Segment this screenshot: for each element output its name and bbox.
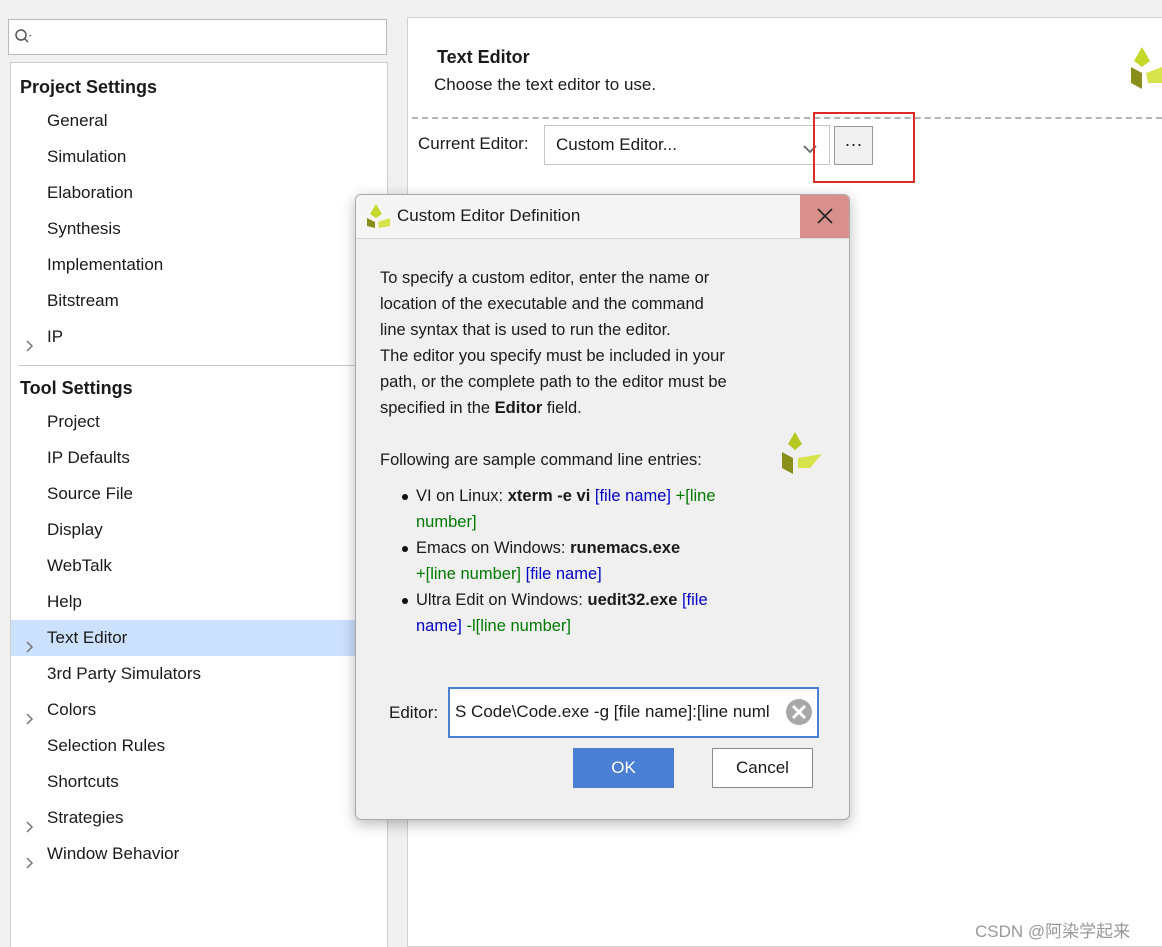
sample-entry-ultraedit-cont: name] -l[line number] (416, 617, 571, 635)
vivado-logo-icon (780, 432, 824, 479)
sidebar-item-window-behavior[interactable]: Window Behavior (11, 836, 387, 872)
sidebar-item-simulation[interactable]: Simulation (11, 139, 387, 175)
sidebar-item-project[interactable]: Project (11, 404, 387, 440)
settings-tree: Project Settings General Simulation Elab… (10, 62, 388, 947)
editor-command-value: S Code\Code.exe -g [file name]:[line num… (455, 702, 770, 721)
editor-command-input[interactable]: S Code\Code.exe -g [file name]:[line num… (448, 687, 819, 738)
sidebar-item-general[interactable]: General (11, 103, 387, 139)
dialog-titlebar[interactable]: Custom Editor Definition (356, 195, 849, 239)
intro-line: location of the executable and the comma… (380, 295, 704, 313)
ok-button[interactable]: OK (573, 748, 674, 788)
page-title: Text Editor (437, 47, 530, 67)
current-editor-value: Custom Editor... (556, 135, 677, 154)
chevron-right-icon[interactable] (25, 330, 35, 366)
sidebar-item-elaboration[interactable]: Elaboration (11, 175, 387, 211)
sample-entry-emacs: Emacs on Windows: runemacs.exe (402, 535, 680, 561)
intro-line: The editor you specify must be included … (380, 347, 725, 365)
sample-entry-ultraedit: Ultra Edit on Windows: uedit32.exe [file (402, 587, 708, 613)
sidebar-item-3rd-party-simulators[interactable]: 3rd Party Simulators (11, 656, 387, 692)
sidebar-item-synthesis[interactable]: Synthesis (11, 211, 387, 247)
annotation-highlight-box (813, 112, 915, 183)
clear-icon[interactable] (784, 697, 814, 727)
sidebar-item-source-file[interactable]: Source File (11, 476, 387, 512)
group-divider (19, 365, 387, 366)
sidebar-item-ip-defaults[interactable]: IP Defaults (11, 440, 387, 476)
cancel-button[interactable]: Cancel (712, 748, 813, 788)
sidebar-item-text-editor[interactable]: Text Editor (11, 620, 387, 656)
page-description: Choose the text editor to use. (434, 75, 657, 94)
group-title-tool-settings: Tool Settings (20, 378, 133, 398)
sidebar-item-implementation[interactable]: Implementation (11, 247, 387, 283)
close-button[interactable] (800, 195, 849, 238)
sidebar-item-webtalk[interactable]: WebTalk (11, 548, 387, 584)
intro-line: path, or the complete path to the editor… (380, 373, 727, 391)
vivado-logo-icon (366, 204, 390, 233)
sample-entry-vi: VI on Linux: xterm -e vi [file name] +[l… (402, 483, 716, 509)
chevron-right-icon[interactable] (25, 847, 35, 883)
custom-editor-dialog: Custom Editor Definition To specify a cu… (355, 194, 850, 820)
sidebar-item-help[interactable]: Help (11, 584, 387, 620)
intro-line: To specify a custom editor, enter the na… (380, 269, 710, 287)
sample-entry-vi-cont: number] (416, 513, 477, 531)
sidebar-item-bitstream[interactable]: Bitstream (11, 283, 387, 319)
close-icon (816, 208, 833, 224)
sidebar-item-colors[interactable]: Colors (11, 692, 387, 728)
sample-entry-emacs-cont: +[line number] [file name] (416, 565, 602, 583)
watermark: CSDN @阿染学起来 (975, 922, 1131, 941)
sidebar-item-strategies[interactable]: Strategies (11, 800, 387, 836)
sidebar-item-shortcuts[interactable]: Shortcuts (11, 764, 387, 800)
dialog-title: Custom Editor Definition (397, 206, 581, 225)
vivado-logo-icon (1128, 47, 1162, 96)
intro-line: line syntax that is used to run the edit… (380, 321, 671, 339)
sidebar-item-ip[interactable]: IP (11, 319, 387, 355)
section-divider (412, 117, 1162, 119)
sidebar-item-selection-rules[interactable]: Selection Rules (11, 728, 387, 764)
current-editor-select[interactable]: Custom Editor... (544, 125, 830, 165)
group-title-project-settings: Project Settings (20, 77, 158, 97)
sidebar-item-display[interactable]: Display (11, 512, 387, 548)
editor-field-label: Editor: (389, 703, 439, 722)
samples-heading: Following are sample command line entrie… (380, 451, 702, 469)
search-icon (14, 28, 34, 51)
intro-last-line: specified in the Editor field. (380, 399, 582, 417)
current-editor-label: Current Editor: (418, 134, 529, 153)
search-input[interactable] (8, 19, 387, 55)
